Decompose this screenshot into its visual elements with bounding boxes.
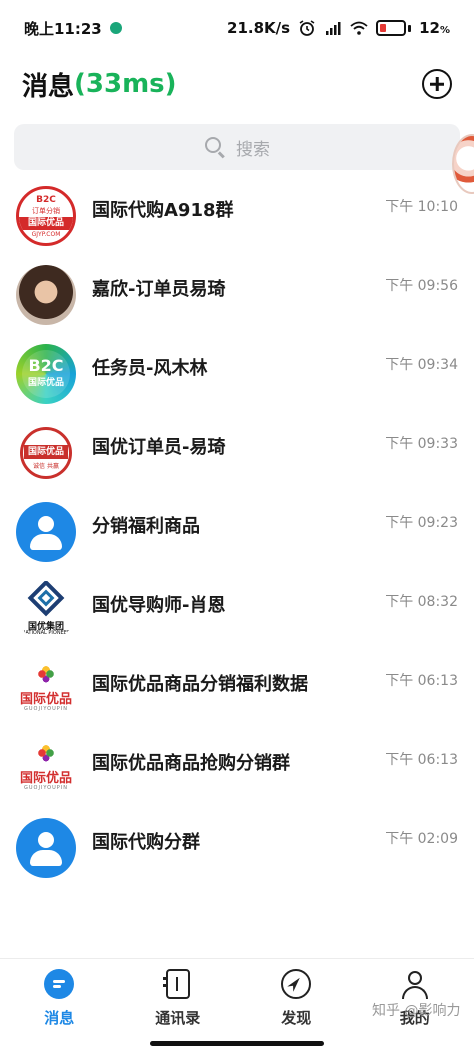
chat-name: 国优订单员-易琦 <box>92 437 226 458</box>
youpin-logo-avatar: 国际优品 GUOJIYOUPIN <box>16 659 76 720</box>
page-title: 消息 <box>22 71 75 102</box>
bottom-nav: 消息 通讯录 发现 我的 <box>0 958 474 1038</box>
chat-time: 下午 08:32 <box>385 594 458 610</box>
chat-time: 下午 06:13 <box>385 752 458 768</box>
default-user-avatar <box>16 501 76 562</box>
chat-bubble-icon <box>44 969 75 999</box>
person-icon <box>400 969 430 999</box>
add-button[interactable] <box>422 69 452 99</box>
home-indicator[interactable] <box>150 1041 324 1046</box>
contacts-book-icon <box>162 969 190 999</box>
chat-name: 国优导购师-肖恩 <box>92 595 226 616</box>
chat-time: 下午 09:56 <box>385 278 458 294</box>
default-user-avatar <box>16 817 76 878</box>
chat-name: 分销福利商品 <box>92 516 200 537</box>
latency-indicator: (33ms) <box>74 69 177 99</box>
app-notification-icon <box>109 22 122 34</box>
chat-item[interactable]: 国际优品 诚信 共赢 国优订单员-易琦 下午 09:33 <box>0 413 474 492</box>
chat-name: 嘉欣-订单员易琦 <box>92 279 226 300</box>
nav-tab-me[interactable]: 我的 <box>356 959 474 1038</box>
nav-label: 消息 <box>44 1009 75 1027</box>
messages-screen: 晚上11:23 21.8K/s 12% 消息 (33ms) 搜索 B2C 订单分… <box>0 0 474 1053</box>
chat-item[interactable]: 国际优品 GUOJIYOUPIN 国际优品商品抢购分销群 下午 06:13 <box>0 729 474 808</box>
status-time: 晚上11:23 <box>24 19 102 38</box>
photo-avatar <box>16 264 76 325</box>
youpin-logo-avatar: 国际优品 GUOJIYOUPIN <box>16 738 76 799</box>
chat-time: 下午 09:34 <box>385 357 458 373</box>
chat-name: 国际优品商品抢购分销群 <box>92 753 290 774</box>
search-icon <box>204 136 226 159</box>
chat-item[interactable]: 国优集团 NATIONAL PIONEER 国优导购师-肖恩 下午 08:32 <box>0 571 474 650</box>
nav-label: 发现 <box>281 1009 312 1027</box>
status-bar: 晚上11:23 21.8K/s 12% <box>0 0 474 56</box>
alarm-icon <box>299 20 315 36</box>
b2c-green-logo-avatar: B2C 国际优品 <box>16 343 76 404</box>
nav-tab-contacts[interactable]: 通讯录 <box>119 959 238 1038</box>
nav-label: 通讯录 <box>155 1009 201 1027</box>
chat-item[interactable]: B2C 国际优品 任务员-风木林 下午 09:34 <box>0 334 474 413</box>
battery-percent: 12% <box>419 19 450 37</box>
guoyou-logo-avatar: 国际优品 诚信 共赢 <box>16 422 76 483</box>
b2c-red-logo-avatar: B2C 订单分销 国际优品 GJYP.COM <box>16 185 76 246</box>
chat-item[interactable]: 嘉欣-订单员易琦 下午 09:56 <box>0 255 474 334</box>
watermark: 知乎 @影响力 <box>372 1003 461 1019</box>
page-header: 消息 (33ms) <box>0 56 474 112</box>
wifi-icon <box>350 21 368 35</box>
nav-tab-messages[interactable]: 消息 <box>0 959 119 1038</box>
compass-icon <box>281 969 312 999</box>
chat-time: 下午 09:33 <box>385 436 458 452</box>
chat-time: 下午 02:09 <box>385 831 458 847</box>
chat-item[interactable]: 国际代购分群 下午 02:09 <box>0 808 474 887</box>
chat-time: 下午 10:10 <box>385 199 458 215</box>
signal-icon <box>326 22 341 35</box>
chat-time: 下午 09:23 <box>385 515 458 531</box>
chat-name: 任务员-风木林 <box>92 358 208 379</box>
nav-tab-discover[interactable]: 发现 <box>237 959 356 1038</box>
chat-name: 国际代购A918群 <box>92 200 234 221</box>
battery-icon <box>376 20 412 36</box>
chat-name: 国际优品商品分销福利数据 <box>92 674 308 695</box>
chat-name: 国际代购分群 <box>92 832 200 853</box>
chat-time: 下午 06:13 <box>385 673 458 689</box>
network-speed: 21.8K/s <box>227 19 291 37</box>
chat-item[interactable]: 国际优品 GUOJIYOUPIN 国际优品商品分销福利数据 下午 06:13 <box>0 650 474 729</box>
search-bar[interactable]: 搜索 <box>14 124 460 170</box>
search-placeholder: 搜索 <box>236 139 270 160</box>
chat-list: B2C 订单分销 国际优品 GJYP.COM 国际代购A918群 下午 10:1… <box>0 176 474 887</box>
chat-item[interactable]: B2C 订单分销 国际优品 GJYP.COM 国际代购A918群 下午 10:1… <box>0 176 474 255</box>
jituan-logo-avatar: 国优集团 NATIONAL PIONEER <box>16 580 76 641</box>
chat-item[interactable]: 分销福利商品 下午 09:23 <box>0 492 474 571</box>
